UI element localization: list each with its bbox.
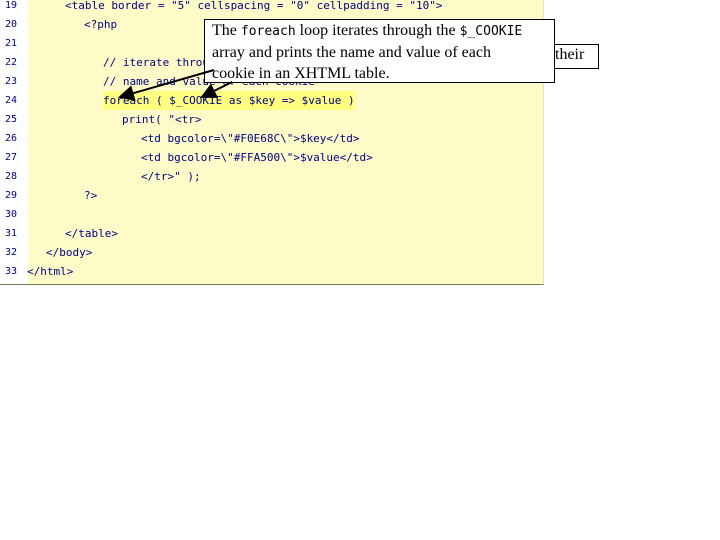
line-number: 21 [5, 38, 18, 49]
callout-line-1: The foreach loop iterates through the $_… [212, 20, 554, 42]
code-text: print( "<tr> [122, 113, 202, 126]
line-number: 24 [5, 95, 18, 106]
code-text: <?php [84, 18, 118, 31]
code-text: </table> [65, 227, 118, 240]
annotation-callout: The foreach loop iterates through the $_… [204, 19, 555, 83]
code-text: <td bgcolor=\"#FFA500\">$value</td> [141, 151, 373, 164]
line-number: 30 [5, 209, 18, 220]
callout-code-cookie: $_COOKIE [459, 24, 523, 39]
code-line-31: 31 </table> [0, 224, 543, 243]
code-line-29: 29 ?> [0, 186, 543, 205]
callout-overflow-tab: their [553, 44, 599, 69]
callout-text: loop iterates through the [295, 22, 460, 39]
callout-line-3: cookie in an XHTML table. [212, 65, 390, 82]
code-line-19: 19 <table border = "5" cellspacing = "0"… [0, 0, 543, 15]
callout-text: The [212, 22, 241, 39]
line-number: 23 [5, 76, 18, 87]
code-line-26: 26 <td bgcolor=\"#F0E68C\">$key</td> [0, 129, 543, 148]
code-text: <td bgcolor=\"#F0E68C\">$key</td> [141, 132, 360, 145]
code-line-30: 30 [0, 205, 543, 224]
line-number: 25 [5, 114, 18, 125]
code-text-highlighted: foreach ( $_COOKIE as $key => $value ) [103, 91, 355, 110]
code-text: </tr>" ); [141, 170, 201, 183]
code-text: </html> [27, 265, 74, 278]
callout-line-2: array and prints the name and value of e… [212, 44, 491, 61]
line-number: 28 [5, 171, 18, 182]
line-number: 22 [5, 57, 18, 68]
code-line-33: 33 </html> [0, 262, 543, 281]
line-number: 20 [5, 19, 18, 30]
code-text: ?> [84, 189, 98, 202]
line-number: 19 [5, 0, 18, 11]
line-number: 31 [5, 228, 18, 239]
callout-code-foreach: foreach [240, 24, 296, 39]
line-number: 32 [5, 247, 18, 258]
line-number: 26 [5, 133, 18, 144]
code-line-25: 25 print( "<tr> [0, 110, 543, 129]
line-number: 33 [5, 266, 18, 277]
code-text: </body> [46, 246, 93, 259]
callout-overflow-word: their [555, 46, 585, 63]
code-text: <table border = "5" cellspacing = "0" ce… [65, 0, 443, 12]
code-line-27: 27 <td bgcolor=\"#FFA500\">$value</td> [0, 148, 543, 167]
code-line-24: 24 foreach ( $_COOKIE as $key => $value … [0, 91, 543, 110]
code-line-32: 32 </body> [0, 243, 543, 262]
line-number: 29 [5, 190, 18, 201]
line-number: 27 [5, 152, 18, 163]
code-line-28: 28 </tr>" ); [0, 167, 543, 186]
